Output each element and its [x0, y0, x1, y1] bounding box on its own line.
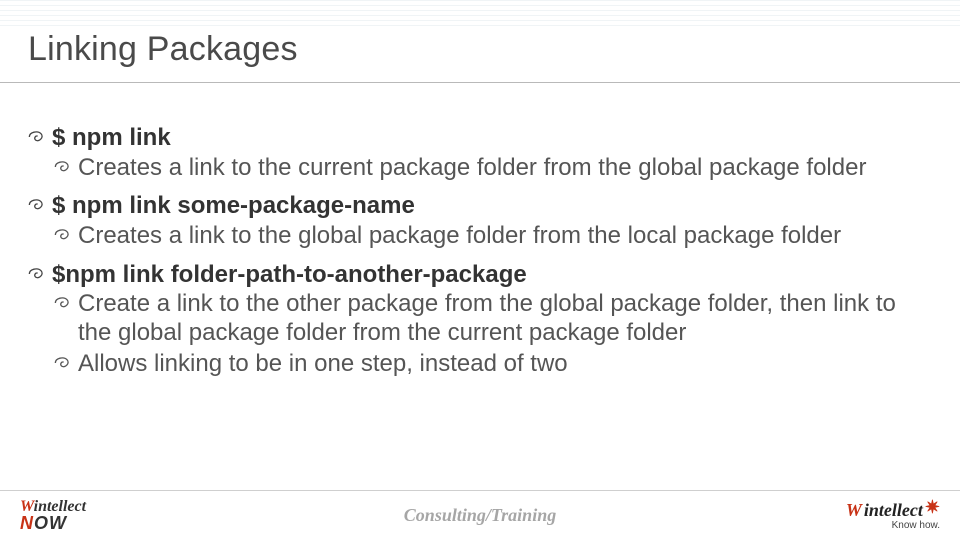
logo-subtitle: Know how. — [846, 521, 940, 531]
bullet-level-2: Create a link to the other package from … — [28, 290, 924, 348]
command-text: $npm link folder-path-to-another-package — [52, 261, 527, 288]
bullet-group: $ npm link Creates a link to the current… — [28, 124, 924, 182]
description-text: Creates a link to the current package fo… — [78, 154, 866, 181]
bullet-level-1: $ npm link some-package-name — [28, 192, 924, 220]
top-rule-pattern — [0, 0, 960, 30]
gear-icon: ✷ — [925, 498, 940, 516]
swirl-bullet-icon — [52, 294, 72, 312]
footer-tagline: Consulting/Training — [404, 505, 556, 526]
swirl-bullet-icon — [26, 128, 46, 146]
slide-footer: Wintellect NOW Consulting/Training Winte… — [0, 490, 960, 540]
description-text: Create a link to the other package from … — [78, 290, 896, 346]
bullet-level-2: Creates a link to the global package fol… — [28, 222, 924, 251]
slide-title: Linking Packages — [28, 30, 298, 69]
swirl-bullet-icon — [26, 265, 46, 283]
description-text: Creates a link to the global package fol… — [78, 222, 841, 249]
bullet-level-2: Creates a link to the current package fo… — [28, 154, 924, 183]
title-underline — [0, 82, 960, 83]
bullet-level-2: Allows linking to be in one step, instea… — [28, 350, 924, 379]
wintellect-logo: Wintellect✷ Know how. — [846, 501, 940, 531]
slide-content: $ npm link Creates a link to the current… — [28, 118, 924, 389]
swirl-bullet-icon — [26, 196, 46, 214]
command-text: $ npm link some-package-name — [52, 192, 415, 219]
swirl-bullet-icon — [52, 354, 72, 372]
bullet-level-1: $ npm link — [28, 124, 924, 152]
bullet-group: $npm link folder-path-to-another-package… — [28, 261, 924, 379]
swirl-bullet-icon — [52, 226, 72, 244]
wintellect-now-logo: Wintellect NOW — [20, 500, 86, 531]
command-text: $ npm link — [52, 124, 171, 151]
description-text: Allows linking to be in one step, instea… — [78, 350, 568, 377]
bullet-level-1: $npm link folder-path-to-another-package — [28, 261, 924, 289]
bullet-group: $ npm link some-package-name Creates a l… — [28, 192, 924, 250]
swirl-bullet-icon — [52, 158, 72, 176]
